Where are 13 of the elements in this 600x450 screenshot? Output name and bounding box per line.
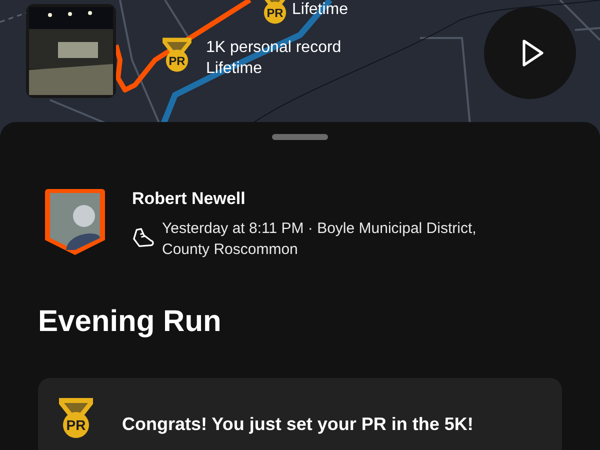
marker-label: Lifetime (206, 59, 262, 78)
drag-handle[interactable] (272, 134, 328, 140)
pr-badge: PR (56, 396, 96, 442)
activity-title: Evening Run (38, 304, 222, 340)
achievement-message: Congrats! You just set your PR in the 5K! (122, 414, 474, 435)
shoe-icon (132, 228, 154, 248)
marker-label: 1K personal record (206, 38, 342, 57)
pr-badge: PR (160, 36, 194, 76)
marker-label: Lifetime (292, 0, 348, 19)
athlete-name[interactable]: Robert Newell (132, 188, 522, 210)
avatar[interactable] (44, 188, 106, 256)
activity-details: Yesterday at 8:11 PM · Boyle Municipal District, County Roscommon (162, 219, 478, 260)
play-icon (521, 38, 545, 68)
